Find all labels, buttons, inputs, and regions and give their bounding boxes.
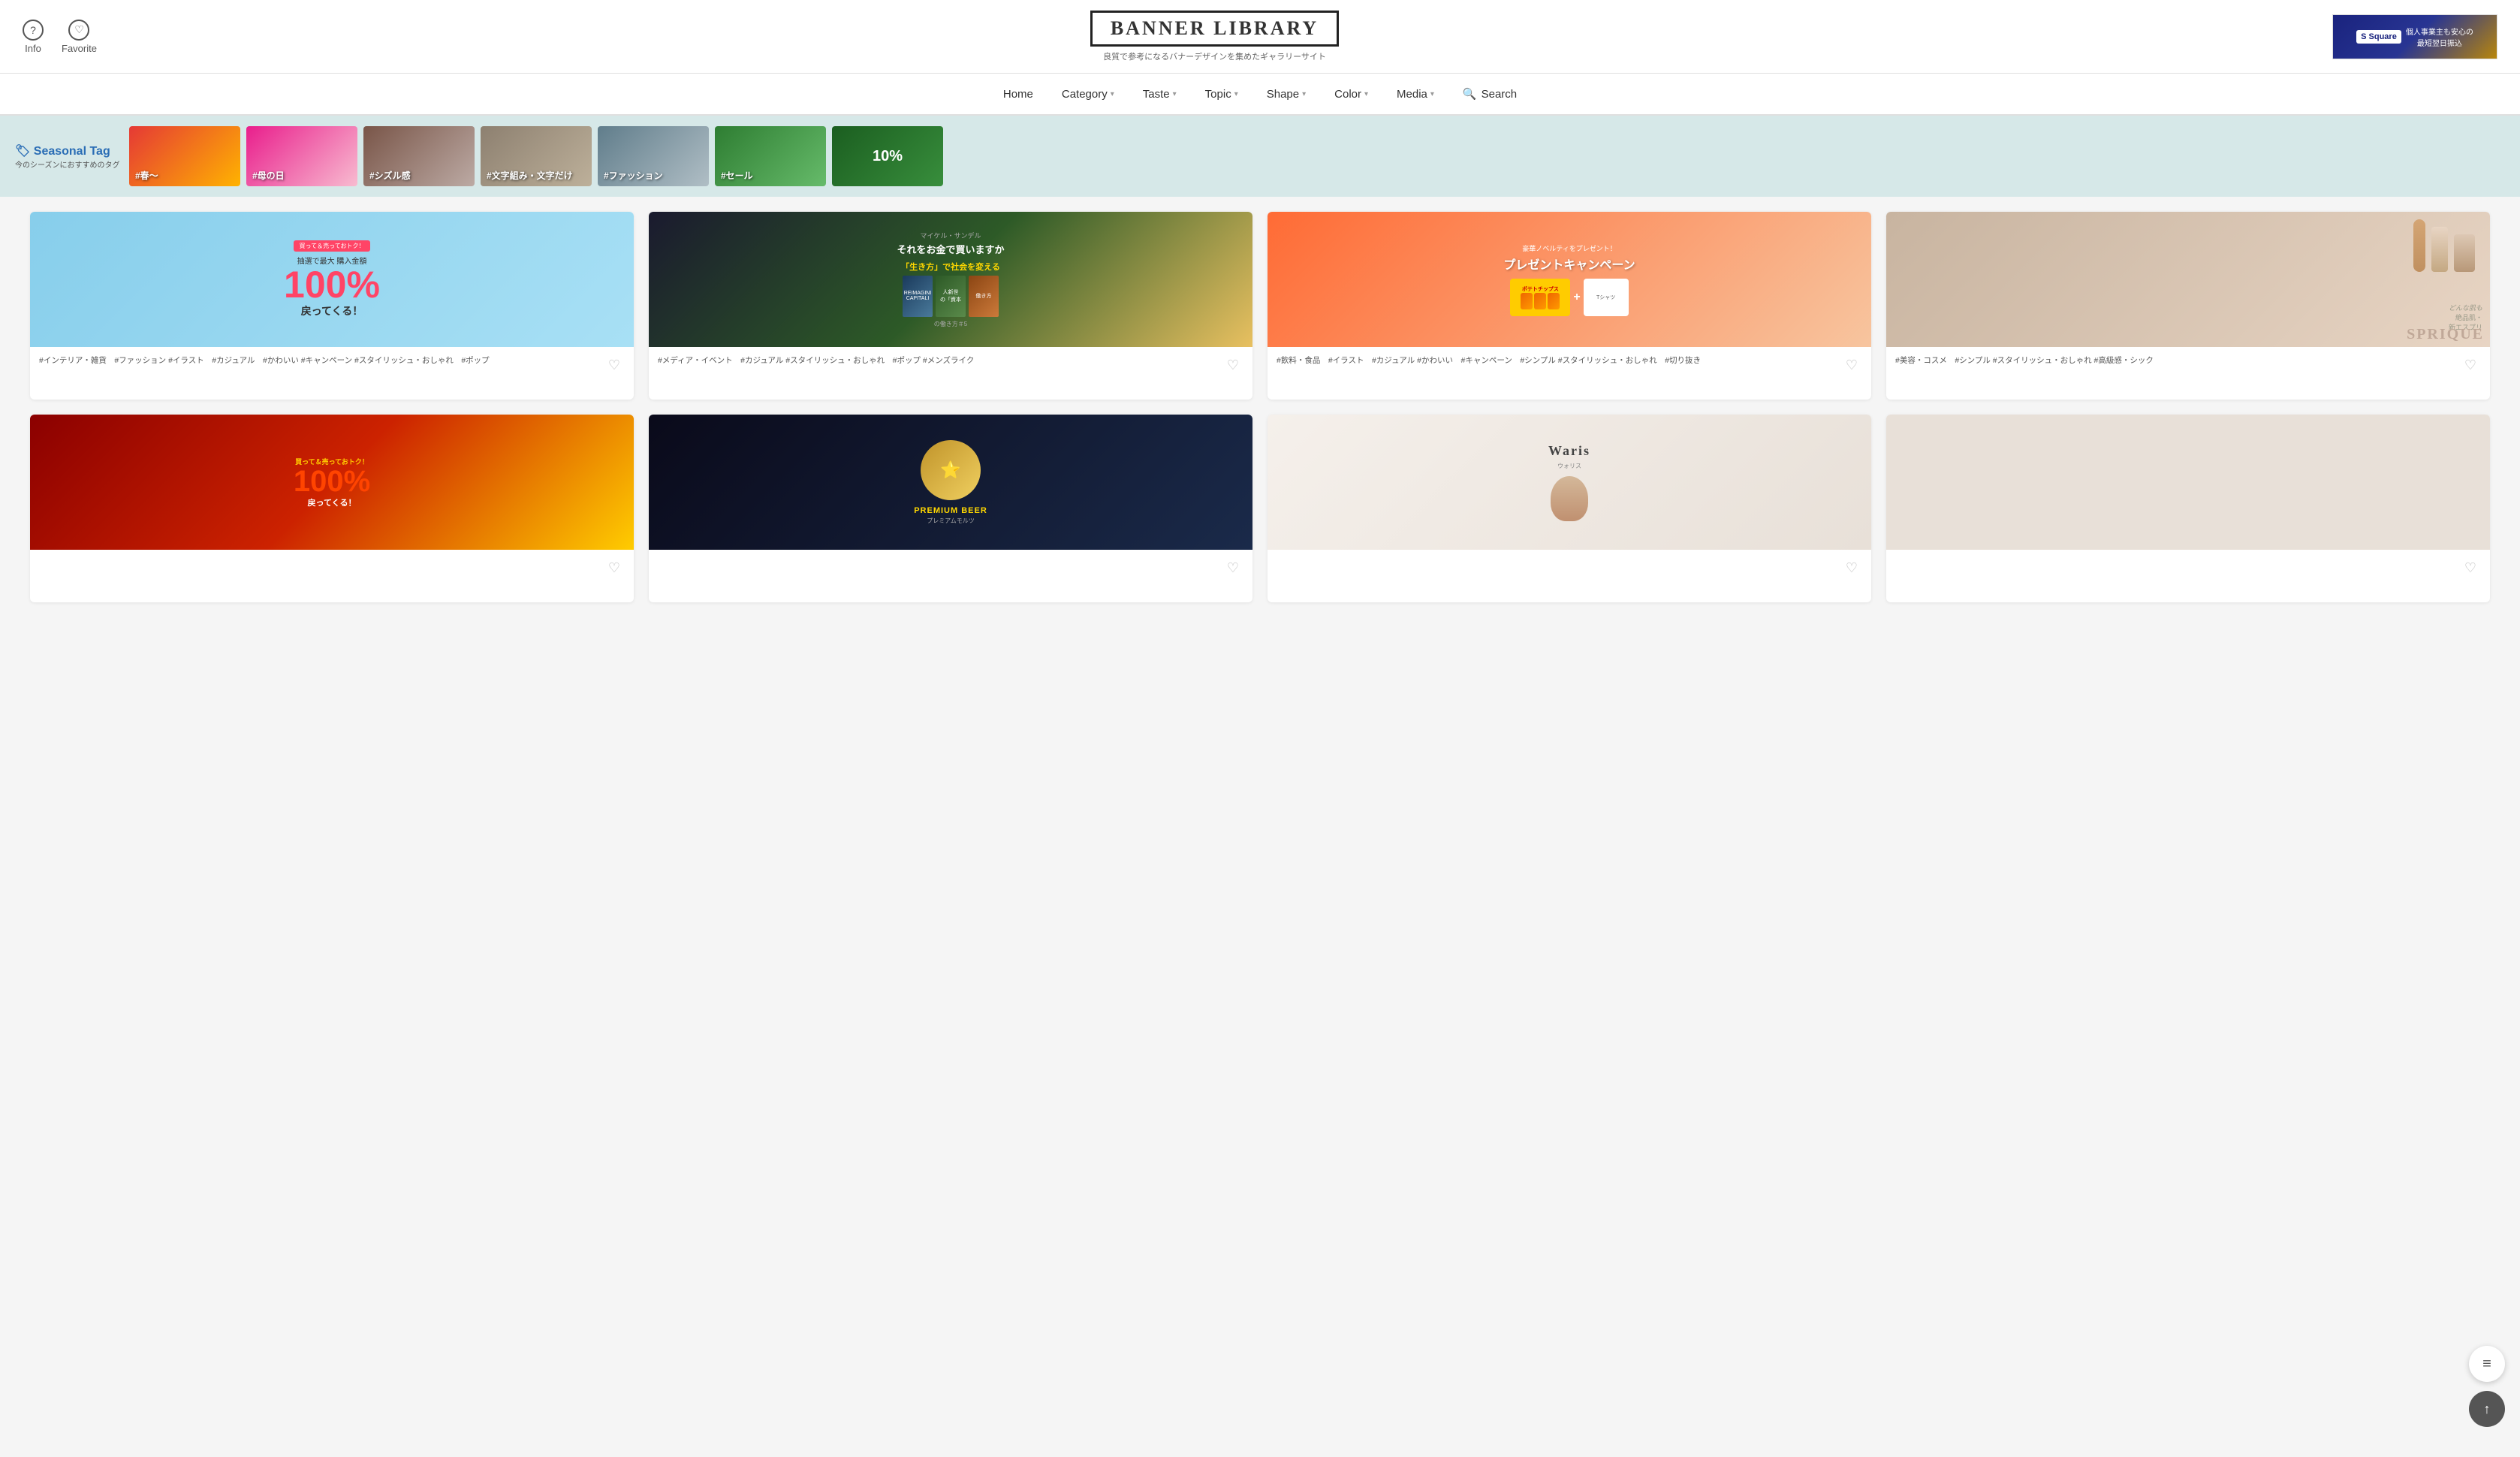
info-icon: ? [23, 20, 44, 41]
banner-card-img-2: 豪華ノベルティをプレゼント！ プレゼントキャンペーン ポテトチップス + [1268, 212, 1871, 347]
banner-card-footer-4: ♡ [30, 550, 634, 602]
search-icon: 🔍 [1463, 87, 1477, 101]
topic-chevron: ▾ [1234, 90, 1238, 98]
tag-label-4: #ファッション [604, 169, 663, 182]
banner-card-img-3: どんな肌も 絶品肌・ 新エスプリ SPRIQUE [1886, 212, 2490, 347]
favorite-button-6[interactable]: ♡ [1841, 557, 1862, 578]
banner-card-img-4: 買って＆売っておトク！ 100% 戻ってくる！ [30, 415, 634, 550]
tag-label-3: #文字組み・文字だけ [487, 169, 573, 182]
shape-chevron: ▾ [1302, 90, 1306, 98]
banner-card-6[interactable]: PR Waris ウォリス ♡ [1268, 415, 1871, 602]
nav-home[interactable]: Home [993, 73, 1044, 115]
banner-card-img-7 [1886, 415, 2490, 550]
banner-card-img-5: ⭐ PREMIUM BEER プレミアムモルツ [649, 415, 1252, 550]
banner-card-footer-7: ♡ [1886, 550, 2490, 602]
banner-card-footer-5: ♡ [649, 550, 1252, 602]
seasonal-title: 🏷 Seasonal Tag [15, 143, 120, 158]
category-chevron: ▾ [1111, 90, 1114, 98]
ad-banner-container: S Square 個人事業主も安心の 最短翌日振込 [2332, 14, 2497, 59]
tag-card-6[interactable]: 10% [832, 126, 943, 186]
tag-card-0[interactable]: #春〜 [129, 126, 240, 186]
favorite-button-2[interactable]: ♡ [1841, 354, 1862, 376]
nav-shape[interactable]: Shape ▾ [1256, 73, 1316, 115]
taste-chevron: ▾ [1173, 90, 1177, 98]
banner-card-4[interactable]: 買って＆売っておトク！ 100% 戻ってくる！ ♡ [30, 415, 634, 602]
banner-design-1: 買って＆売っておトク！ 抽選で最大 購入金額 100% 戻ってくる！ [30, 212, 634, 347]
banner-card-3[interactable]: どんな肌も 絶品肌・ 新エスプリ SPRIQUE #美容・コスメ #シンプル #… [1886, 212, 2490, 400]
seasonal-banner: 🏷 Seasonal Tag 今のシーズンにおすすめのタグ #春〜 #母の日 #… [0, 116, 2520, 197]
banner-card-0[interactable]: 買って＆売っておトク！ 抽選で最大 購入金額 100% 戻ってくる！ #インテリ… [30, 212, 634, 400]
header-left-nav: ? Info ♡ Favorite [23, 20, 97, 54]
card-grid-row2: 買って＆売っておトク！ 100% 戻ってくる！ ♡ ⭐ PREMIUM BEER [30, 415, 2490, 602]
nav-color[interactable]: Color ▾ [1324, 73, 1379, 115]
banner-tags-1: #メディア・イベント #カジュアル #スタイリッシュ・おしゃれ #ポップ #メン… [658, 354, 1222, 368]
banner-card-footer-2: #飲料・食品 #イラスト #カジュアル #かわいい #キャンペーン #シンプル … [1268, 347, 1871, 400]
tag-card-3[interactable]: #文字組み・文字だけ [481, 126, 592, 186]
site-title[interactable]: BANNER LIBRARY [1090, 11, 1339, 47]
info-label: Info [25, 43, 41, 54]
banner-card-2[interactable]: 豪華ノベルティをプレゼント！ プレゼントキャンペーン ポテトチップス + [1268, 212, 1871, 400]
tag-label-0: #春〜 [135, 169, 158, 182]
hamburger-icon: ≡ [2482, 1356, 2491, 1373]
favorite-button-3[interactable]: ♡ [2460, 354, 2481, 376]
tag-label-1: #母の日 [252, 169, 285, 182]
tag-card-2[interactable]: #シズル感 [363, 126, 475, 186]
gallery-section: 買って＆売っておトク！ 抽選で最大 購入金額 100% 戻ってくる！ #インテリ… [0, 197, 2520, 632]
search-label: Search [1482, 88, 1518, 101]
banner-card-img-1: マイケル・サンデル それをお金で買いますか 「生き方」で社会を変える REIMA… [649, 212, 1252, 347]
seasonal-label: 🏷 Seasonal Tag 今のシーズンにおすすめのタグ [15, 143, 120, 170]
banner-design-2: マイケル・サンデル それをお金で買いますか 「生き方」で社会を変える REIMA… [649, 212, 1252, 347]
nav-category[interactable]: Category ▾ [1051, 73, 1125, 115]
banner-card-footer-6: ♡ [1268, 550, 1871, 602]
banner-card-img-0: 買って＆売っておトク！ 抽選で最大 購入金額 100% 戻ってくる！ [30, 212, 634, 347]
header-center: BANNER LIBRARY 良質で参考になるバナーデザインを集めたギャラリーサ… [1090, 11, 1339, 62]
card-grid-row1: 買って＆売っておトク！ 抽選で最大 購入金額 100% 戻ってくる！ #インテリ… [30, 212, 2490, 400]
seasonal-badge-icon: 🏷 [15, 145, 30, 158]
banner-tags-0: #インテリア・雑貨 #ファッション #イラスト #カジュアル #かわいい #キャ… [39, 354, 604, 368]
info-nav-item[interactable]: ? Info [23, 20, 44, 54]
favorite-button-7[interactable]: ♡ [2460, 557, 2481, 578]
banner-design-4: どんな肌も 絶品肌・ 新エスプリ SPRIQUE [1886, 212, 2490, 347]
scroll-to-top-button[interactable]: ↑ [2469, 1391, 2505, 1427]
color-chevron: ▾ [1364, 90, 1368, 98]
tag-label-2: #シズル感 [369, 169, 411, 182]
nav-media[interactable]: Media ▾ [1386, 73, 1445, 115]
banner-card-5[interactable]: ⭐ PREMIUM BEER プレミアムモルツ ♡ [649, 415, 1252, 602]
media-chevron: ▾ [1430, 90, 1434, 98]
banner-card-1[interactable]: マイケル・サンデル それをお金で買いますか 「生き方」で社会を変える REIMA… [649, 212, 1252, 400]
ad-text: 個人事業主も安心の 最短翌日振込 [2406, 26, 2473, 48]
ad-banner: S Square 個人事業主も安心の 最短翌日振込 [2333, 15, 2497, 59]
header: ? Info ♡ Favorite BANNER LIBRARY 良質で参考にな… [0, 0, 2520, 74]
heart-icon: ♡ [68, 20, 89, 41]
floating-menu-button[interactable]: ≡ [2469, 1346, 2505, 1382]
nav-topic[interactable]: Topic ▾ [1195, 73, 1249, 115]
main-nav: Home Category ▾ Taste ▾ Topic ▾ Shape ▾ … [0, 74, 2520, 116]
banner-card-img-6: Waris ウォリス [1268, 415, 1871, 550]
tag-label-5: #セール [721, 169, 753, 182]
seasonal-subtitle: 今のシーズンにおすすめのタグ [15, 158, 120, 170]
banner-tags-3: #美容・コスメ #シンプル #スタイリッシュ・おしゃれ #高級感・シック [1895, 354, 2460, 368]
banner-design-3: 豪華ノベルティをプレゼント！ プレゼントキャンペーン ポテトチップス + [1268, 212, 1871, 347]
favorite-button-5[interactable]: ♡ [1222, 557, 1243, 578]
nav-search[interactable]: 🔍 Search [1452, 87, 1527, 101]
favorite-button-1[interactable]: ♡ [1222, 354, 1243, 376]
tag-card-5[interactable]: #セール [715, 126, 826, 186]
site-subtitle: 良質で参考になるバナーデザインを集めたギャラリーサイト [1103, 50, 1326, 62]
banner-card-footer-3: #美容・コスメ #シンプル #スタイリッシュ・おしゃれ #高級感・シック ♡ [1886, 347, 2490, 400]
banner-card-footer-0: #インテリア・雑貨 #ファッション #イラスト #カジュアル #かわいい #キャ… [30, 347, 634, 400]
banner-card-footer-1: #メディア・イベント #カジュアル #スタイリッシュ・おしゃれ #ポップ #メン… [649, 347, 1252, 400]
tag-card-4[interactable]: #ファッション [598, 126, 709, 186]
favorite-label: Favorite [62, 43, 97, 54]
banner-tags-2: #飲料・食品 #イラスト #カジュアル #かわいい #キャンペーン #シンプル … [1277, 354, 1841, 368]
favorite-button-0[interactable]: ♡ [604, 354, 625, 376]
tag-card-1[interactable]: #母の日 [246, 126, 357, 186]
arrow-up-icon: ↑ [2484, 1401, 2491, 1417]
tag-cards-container: #春〜 #母の日 #シズル感 #文字組み・文字だけ #ファッション #セール [129, 126, 943, 186]
nav-taste[interactable]: Taste ▾ [1132, 73, 1187, 115]
banner-card-7[interactable]: ♡ [1886, 415, 2490, 602]
favorite-nav-item[interactable]: ♡ Favorite [62, 20, 97, 54]
favorite-button-4[interactable]: ♡ [604, 557, 625, 578]
